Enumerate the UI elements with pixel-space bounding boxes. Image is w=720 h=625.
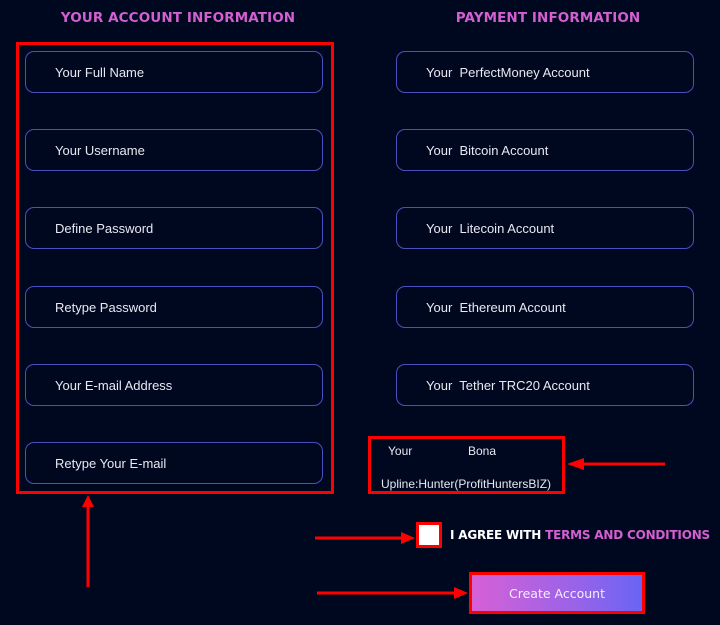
perfectmoney-account-input[interactable] [396, 51, 694, 93]
create-account-button[interactable]: Create Account [469, 572, 645, 614]
terms-agreement: I AGREE WITH TERMS AND CONDITIONS [416, 522, 710, 548]
bitcoin-account-input[interactable] [396, 129, 694, 171]
upline-value: Upline:Hunter(ProfitHuntersBIZ) [381, 477, 552, 491]
retype-email-input[interactable] [25, 442, 323, 484]
agree-terms-checkbox[interactable] [416, 522, 442, 548]
agree-prefix: I AGREE WITH [450, 528, 546, 542]
arrow-right-to-create-button [317, 587, 468, 599]
arrow-right-to-checkbox [315, 532, 415, 544]
arrow-up-to-account-fields [82, 495, 94, 587]
password-input[interactable] [25, 207, 323, 249]
full-name-input[interactable] [25, 51, 323, 93]
terms-and-conditions-link[interactable]: TERMS AND CONDITIONS [545, 528, 710, 542]
annotation-highlight-account-fields [16, 42, 334, 494]
arrow-left-to-upline [567, 458, 665, 470]
upline-label-your: Your [388, 444, 413, 458]
account-heading: YOUR ACCOUNT INFORMATION [60, 10, 296, 26]
ethereum-account-input[interactable] [396, 286, 694, 328]
litecoin-account-input[interactable] [396, 207, 694, 249]
retype-password-input[interactable] [25, 286, 323, 328]
agree-label: I AGREE WITH TERMS AND CONDITIONS [450, 528, 710, 542]
tether-trc20-account-input[interactable] [396, 364, 694, 406]
upline-info: Your Bona Upline:Hunter(ProfitHuntersBIZ… [368, 436, 565, 494]
payment-heading: PAYMENT INFORMATION [455, 10, 641, 26]
upline-label-bona: Bona [468, 444, 497, 458]
email-input[interactable] [25, 364, 323, 406]
username-input[interactable] [25, 129, 323, 171]
